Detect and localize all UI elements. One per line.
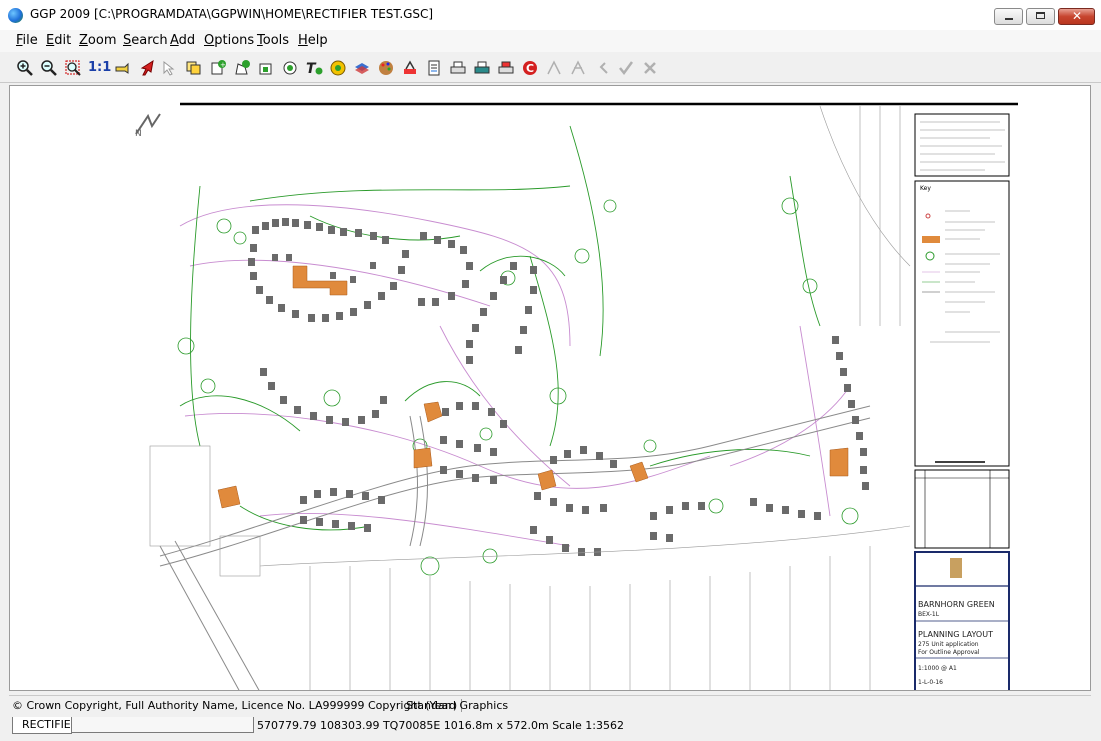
north-arrow-icon: N	[135, 113, 161, 139]
pointer-arrow-icon[interactable]	[137, 59, 155, 77]
add-circle-icon[interactable]	[281, 59, 299, 77]
copyright-text: © Crown Copyright, Full Authority Name, …	[12, 699, 463, 712]
svg-text:C: C	[526, 62, 534, 75]
add-text-icon[interactable]: T	[305, 59, 323, 77]
site-name-text: BARNHORN GREEN	[918, 600, 995, 609]
palette-icon[interactable]	[377, 59, 395, 77]
drawing-note-text: For Outline Approval	[918, 649, 980, 656]
plot-icon[interactable]	[497, 59, 515, 77]
close-icon: ✕	[1072, 9, 1083, 23]
site-plan: N Key BARNHORN GREEN BEX-1L PLANNING LAY…	[135, 102, 1018, 690]
menu-options[interactable]: Options	[204, 33, 254, 48]
tab-strip	[72, 717, 254, 733]
zoom-in-icon[interactable]	[16, 59, 34, 77]
globe-icon[interactable]	[8, 8, 23, 23]
title-block: BARNHORN GREEN BEX-1L PLANNING LAYOUT 27…	[914, 551, 1010, 690]
minimize-button[interactable]	[994, 8, 1023, 25]
graphics-mode-text: Standard Graphics	[406, 699, 509, 712]
menu-bar: File Edit Zoom Search Add Options Tools …	[0, 30, 1101, 52]
copy-layers-icon[interactable]	[185, 59, 203, 77]
menu-search[interactable]: Search	[123, 33, 168, 48]
cancel-icon	[644, 62, 656, 74]
site-ref-text: BEX-1L	[918, 611, 940, 618]
one-to-one-label[interactable]: 1:1	[88, 60, 111, 75]
maximize-button[interactable]	[1026, 8, 1055, 25]
printer-setup-icon[interactable]	[473, 59, 491, 77]
close-button[interactable]: ✕	[1058, 8, 1095, 25]
menu-file[interactable]: File	[16, 33, 38, 48]
svg-text:N: N	[135, 129, 142, 139]
map-canvas[interactable]: N Key BARNHORN GREEN BEX-1L PLANNING LAY…	[9, 85, 1091, 691]
menu-add[interactable]: Add	[170, 33, 195, 48]
accept-icon	[619, 61, 634, 76]
zoom-window-icon[interactable]	[64, 59, 82, 77]
title-bar: GGP 2009 [C:\PROGRAMDATA\GGPWIN\HOME\REC…	[0, 0, 1101, 31]
pan-hand-icon[interactable]	[114, 59, 132, 77]
properties-icon[interactable]	[401, 59, 419, 77]
zoom-out-icon[interactable]	[40, 59, 58, 77]
select-objects-icon[interactable]	[161, 59, 179, 77]
status-bar-bottom: RECTIFIE 570779.79 108303.99 TQ70085E 10…	[0, 715, 1101, 741]
status-bar: © Crown Copyright, Full Authority Name, …	[9, 695, 1091, 716]
menu-help[interactable]: Help	[298, 33, 328, 48]
drawing-subtitle-text: 275 Unit application	[918, 641, 979, 648]
legend-panel: Key	[914, 113, 1010, 549]
add-area-icon[interactable]	[257, 59, 275, 77]
svg-text:+: +	[220, 61, 226, 69]
add-polygon-icon[interactable]	[233, 59, 251, 77]
menu-edit[interactable]: Edit	[46, 33, 71, 48]
maximize-icon	[1036, 12, 1045, 19]
drawing-scale-text: 1:1000 @ A1	[918, 665, 957, 672]
document-icon[interactable]	[425, 59, 443, 77]
drawing-title-text: PLANNING LAYOUT	[918, 630, 993, 639]
layers-icon[interactable]	[353, 59, 371, 77]
svg-text:T: T	[306, 61, 317, 77]
tab-rectifie[interactable]: RECTIFIE	[12, 717, 72, 734]
add-symbol-icon[interactable]	[329, 59, 347, 77]
minimize-icon	[1005, 18, 1013, 20]
window-title: GGP 2009 [C:\PROGRAMDATA\GGPWIN\HOME\REC…	[30, 7, 434, 21]
add-point-icon[interactable]: +	[209, 59, 227, 77]
toolbar: 1:1 + T C	[0, 55, 1101, 83]
drawing-number-text: 1-L-0-16	[918, 679, 943, 686]
svg-text:Key: Key	[920, 185, 931, 192]
coordinates-readout: 570779.79 108303.99 TQ70085E 1016.8m x 5…	[257, 719, 624, 732]
print-icon[interactable]	[449, 59, 467, 77]
move-vertex-icon	[571, 60, 585, 75]
edit-vertex-icon	[547, 60, 561, 75]
refresh-icon[interactable]: C	[521, 59, 539, 77]
menu-zoom[interactable]: Zoom	[79, 33, 116, 48]
undo-icon	[599, 62, 608, 74]
menu-tools[interactable]: Tools	[257, 33, 289, 48]
